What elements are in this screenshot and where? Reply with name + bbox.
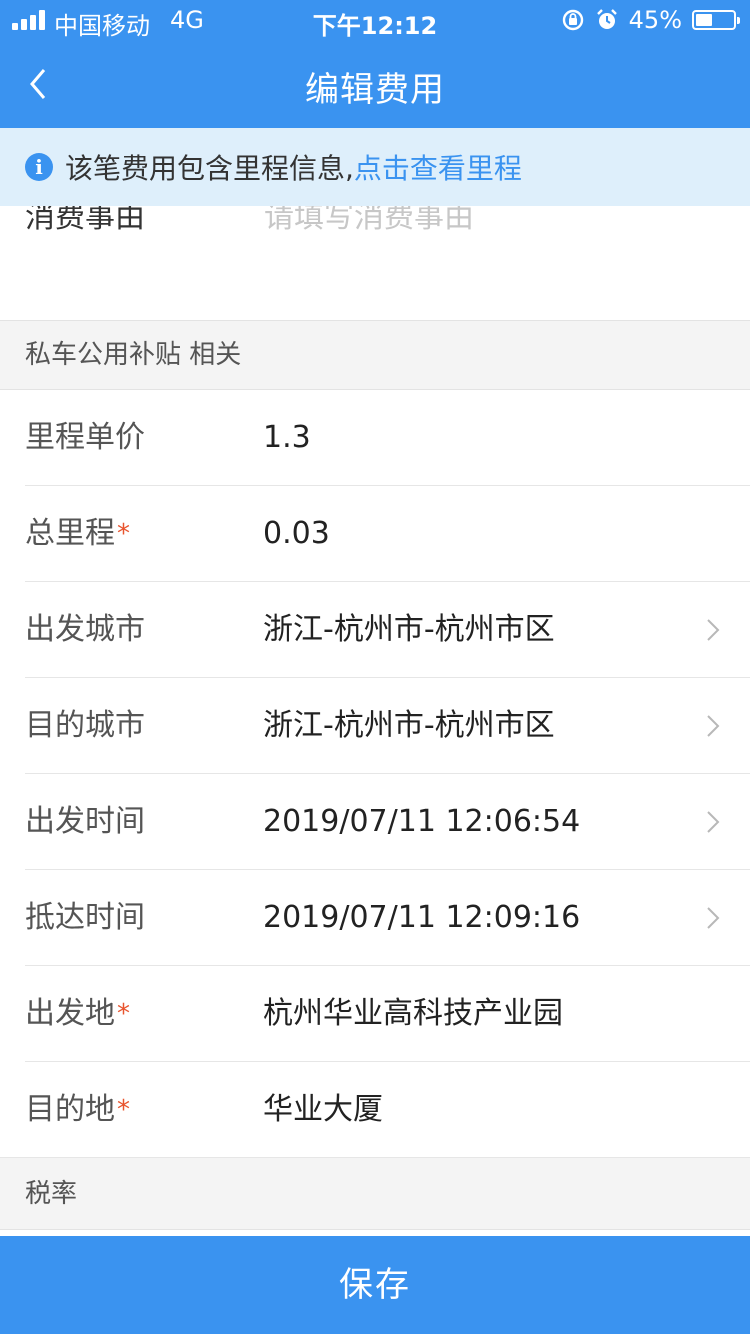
alarm-icon [596,9,617,29]
page-title: 编辑费用 [305,70,445,110]
row-label: 出发地* [25,966,130,1062]
mileage-detail-list: 里程单价 1.3 总里程* 0.03 出发城市 浙江-杭州市-杭州市区 目的城市 浙江-杭州市… [0,390,750,1158]
row-label-text: 抵达时间 [25,900,145,935]
view-mileage-link[interactable]: 点击查看里程 [354,147,522,187]
chevron-right-icon [707,811,720,833]
row-label: 总里程* [25,486,130,582]
row-label-text: 出发时间 [25,804,145,839]
row-value[interactable]: 杭州华业高科技产业园 [263,966,563,1062]
row-label-text: 总里程 [25,516,115,551]
row-label-text: 出发地 [25,996,115,1031]
notice-text: 该笔费用包含里程信息, [65,152,354,185]
row-label-text: 目的地 [25,1092,115,1127]
section-header-vehicle: 私车公用补贴 相关 [0,320,750,390]
row-value[interactable]: 浙江-杭州市-杭州市区 [263,678,555,774]
row-label: 出发时间 [25,774,145,870]
required-marker: * [117,519,130,549]
row-label: 里程单价 [25,390,145,486]
required-marker: * [117,999,130,1029]
form-row[interactable]: 出发地* 杭州华业高科技产业园 [0,966,750,1062]
edit-expense-screen: 中国移动 4G 下午12:12 45% 编辑费用 i 该笔费用包含里程信息, 点… [0,0,750,1334]
row-label-text: 出发城市 [25,612,145,647]
form-row[interactable]: 总里程* 0.03 [0,486,750,582]
info-icon: i [25,153,53,181]
form-row[interactable]: 目的城市 浙江-杭州市-杭州市区 [0,678,750,774]
section-header-tax: 税率 [0,1158,750,1230]
top-bar: 中国移动 4G 下午12:12 45% 编辑费用 [0,0,750,128]
form-row[interactable]: 里程单价 1.3 [0,390,750,486]
row-label: 目的城市 [25,678,145,774]
battery-icon [692,10,740,30]
chevron-right-icon [707,619,720,641]
status-bar: 中国移动 4G 下午12:12 45% [0,0,750,40]
row-value[interactable]: 0.03 [263,486,330,582]
row-label: 目的地* [25,1062,130,1158]
row-value[interactable]: 1.3 [263,390,311,486]
row-value[interactable]: 2019/07/11 12:09:16 [263,870,580,966]
chevron-right-icon [707,907,720,929]
form-row[interactable]: 出发城市 浙江-杭州市-杭州市区 [0,582,750,678]
row-label: 抵达时间 [25,870,145,966]
form-row[interactable]: 抵达时间 2019/07/11 12:09:16 [0,870,750,966]
row-label-text: 里程单价 [25,420,145,455]
row-value[interactable]: 华业大厦 [263,1062,383,1158]
save-button[interactable]: 保存 [0,1236,750,1334]
row-value[interactable]: 2019/07/11 12:06:54 [263,774,580,870]
form-row[interactable]: 目的地* 华业大厦 [0,1062,750,1158]
form-row[interactable]: 出发时间 2019/07/11 12:06:54 [0,774,750,870]
row-value[interactable]: 浙江-杭州市-杭州市区 [263,582,555,678]
row-label-text: 目的城市 [25,708,145,743]
battery-nub [737,17,740,24]
navigation-bar: 编辑费用 [0,40,750,128]
battery-percent: 45% [628,6,682,34]
battery-fill [696,14,712,26]
rotation-lock-icon [562,9,583,31]
chevron-right-icon [707,715,720,737]
mileage-notice: i 该笔费用包含里程信息, 点击查看里程 [0,128,750,206]
row-label: 出发城市 [25,582,145,678]
required-marker: * [117,1095,130,1125]
status-right-group: 45% [561,6,740,34]
